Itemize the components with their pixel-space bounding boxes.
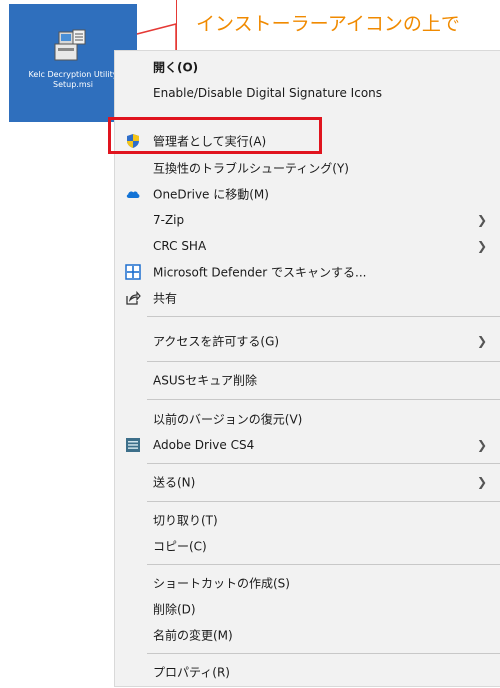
menu-item-7zip[interactable]: 7-Zip ❯ <box>115 207 500 233</box>
menu-item-create-shortcut[interactable]: ショートカットの作成(S) <box>115 570 500 596</box>
chevron-right-icon: ❯ <box>476 213 487 227</box>
menu-separator <box>147 316 500 317</box>
menu-item-compat-troubleshoot[interactable]: 互換性のトラブルシューティング(Y) <box>115 155 500 181</box>
menu-item-cut[interactable]: 切り取り(T) <box>115 507 500 533</box>
menu-item-label: 以前のバージョンの復元(V) <box>153 412 303 427</box>
menu-item-digital-signature[interactable]: Enable/Disable Digital Signature Icons <box>115 80 500 106</box>
menu-item-label: 7-Zip <box>153 213 185 227</box>
chevron-right-icon: ❯ <box>476 475 487 489</box>
menu-separator <box>147 653 500 654</box>
menu-item-label: 開く(O) <box>153 60 199 75</box>
menu-item-delete[interactable]: 削除(D) <box>115 596 500 622</box>
menu-item-onedrive[interactable]: OneDrive に移動(M) <box>115 181 500 207</box>
menu-item-restore-versions[interactable]: 以前のバージョンの復元(V) <box>115 406 500 432</box>
run-as-admin-highlight-frame <box>108 117 322 154</box>
menu-item-label: コピー(C) <box>153 539 207 554</box>
menu-item-label: プロパティ(R) <box>153 665 230 680</box>
menu-item-label: 削除(D) <box>153 602 196 617</box>
menu-separator <box>147 564 500 565</box>
onedrive-cloud-icon <box>126 191 140 198</box>
menu-item-crc-sha[interactable]: CRC SHA ❯ <box>115 233 500 259</box>
menu-item-rename[interactable]: 名前の変更(M) <box>115 622 500 648</box>
menu-separator <box>147 463 500 464</box>
defender-icon <box>125 264 141 280</box>
menu-item-asus-secure-delete[interactable]: ASUSセキュア削除 <box>115 367 500 393</box>
menu-item-label: Enable/Disable Digital Signature Icons <box>153 86 383 100</box>
chevron-right-icon: ❯ <box>476 438 487 452</box>
menu-item-label: 互換性のトラブルシューティング(Y) <box>153 161 349 176</box>
menu-separator <box>147 501 500 502</box>
menu-separator <box>147 361 500 362</box>
menu-item-copy[interactable]: コピー(C) <box>115 533 500 559</box>
menu-item-grant-access[interactable]: アクセスを許可する(G) ❯ <box>115 328 500 354</box>
menu-item-label: ASUSセキュア削除 <box>153 373 257 388</box>
menu-item-label: 名前の変更(M) <box>153 628 233 643</box>
menu-item-label: 送る(N) <box>153 475 196 490</box>
menu-item-label: OneDrive に移動(M) <box>153 187 269 202</box>
share-icon <box>126 290 141 305</box>
menu-item-label: 切り取り(T) <box>153 513 218 528</box>
menu-item-label: アクセスを許可する(G) <box>153 334 280 349</box>
menu-item-defender-scan[interactable]: Microsoft Defender でスキャンする... <box>115 259 500 285</box>
menu-item-label: 共有 <box>153 291 178 306</box>
menu-item-send-to[interactable]: 送る(N) ❯ <box>115 469 500 495</box>
chevron-right-icon: ❯ <box>476 334 487 348</box>
menu-separator <box>147 399 500 400</box>
menu-item-open[interactable]: 開く(O) <box>115 54 500 80</box>
menu-item-label: ショートカットの作成(S) <box>153 576 290 591</box>
chevron-right-icon: ❯ <box>476 239 487 253</box>
menu-item-label: CRC SHA <box>153 239 207 253</box>
menu-item-properties[interactable]: プロパティ(R) <box>115 659 500 685</box>
menu-item-share[interactable]: 共有 <box>115 285 500 311</box>
adobe-drive-icon <box>126 438 140 452</box>
menu-item-label: Microsoft Defender でスキャンする... <box>153 265 367 280</box>
msi-installer-icon <box>54 29 86 61</box>
callout-text: インストーラーアイコンの上で <box>196 13 460 35</box>
menu-item-label: Adobe Drive CS4 <box>153 438 255 452</box>
menu-item-adobe-drive[interactable]: Adobe Drive CS4 ❯ <box>115 432 500 458</box>
